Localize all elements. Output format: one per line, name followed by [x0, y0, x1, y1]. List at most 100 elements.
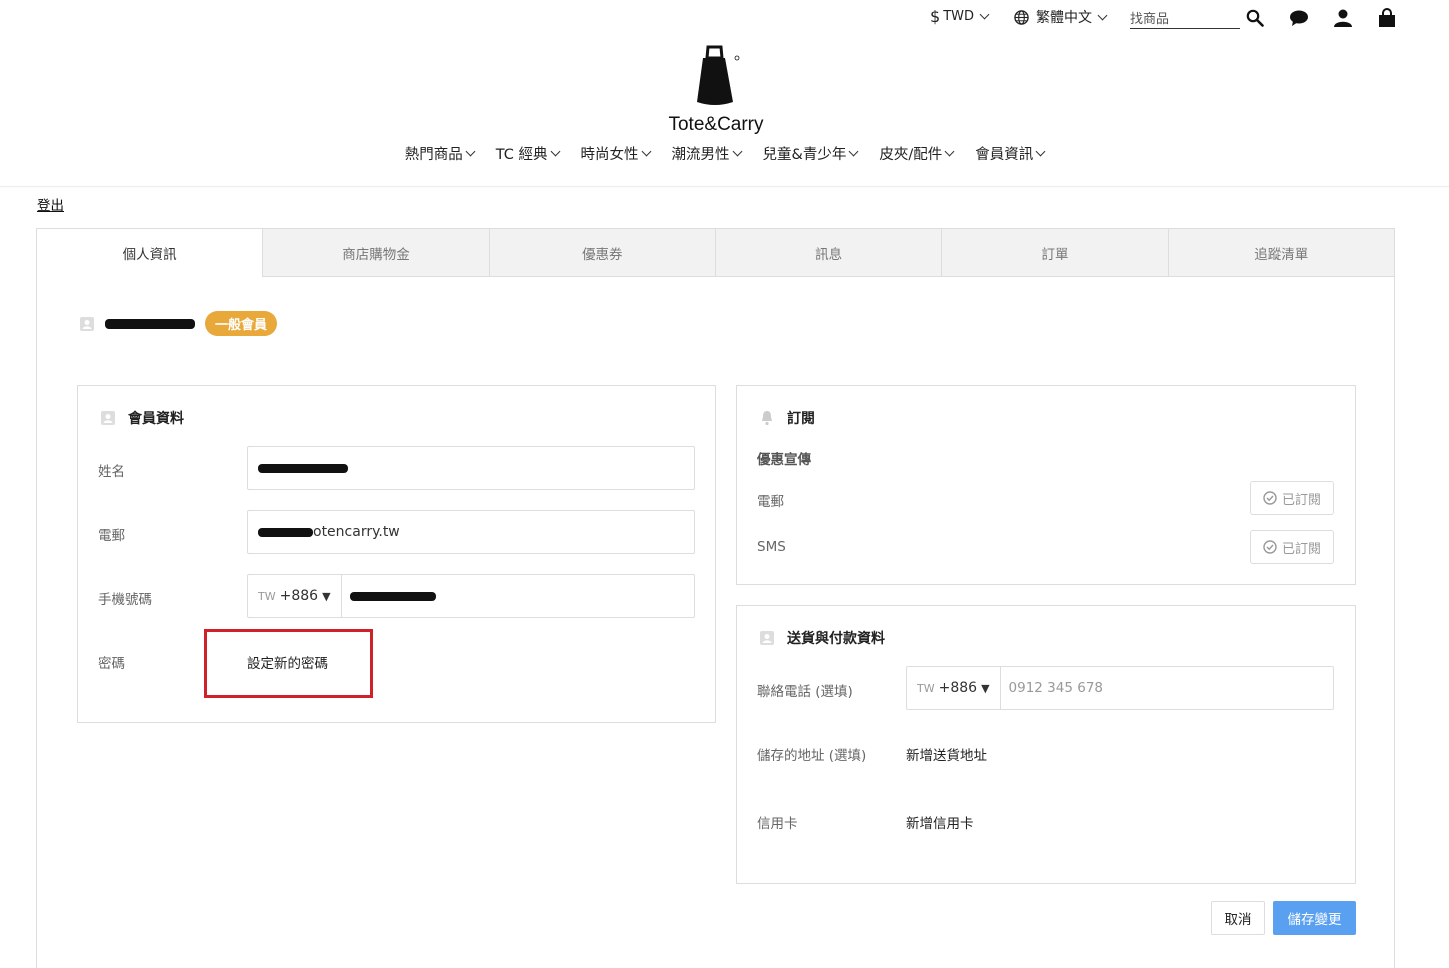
email-subscribed-button[interactable]: 已訂閱: [1250, 481, 1334, 515]
tab-wishlist[interactable]: 追蹤清單: [1167, 229, 1394, 277]
promotion-section-label: 優惠宣傳: [757, 452, 811, 468]
main-nav: 熱門商品 TC 經典 時尚女性 潮流男性 兒童&青少年 皮夾/配件 會員資訊: [0, 143, 1449, 164]
nav-label: TC 經典: [495, 147, 548, 163]
redacted-value: [258, 463, 348, 473]
cart-icon[interactable]: [1376, 7, 1398, 29]
check-circle-icon: [1263, 540, 1277, 554]
nav-item-women[interactable]: 時尚女性: [570, 143, 661, 164]
chevron-down-icon: [465, 146, 476, 157]
nav-label: 潮流男性: [671, 147, 730, 163]
subscription-title: 訂閱: [787, 411, 815, 427]
nav-label: 時尚女性: [580, 147, 639, 163]
nav-item-classic[interactable]: TC 經典: [485, 143, 570, 164]
country-abbr: TW: [917, 681, 935, 695]
nav-item-men[interactable]: 潮流男性: [661, 143, 752, 164]
country-code-select[interactable]: TW +886 ▼: [907, 667, 1001, 709]
chevron-down-icon: [1097, 10, 1108, 20]
chevron-down-icon: [1035, 146, 1046, 157]
subscription-card-title: 訂閱: [759, 408, 815, 428]
delivery-card-title: 送貨與付款資料: [759, 628, 885, 648]
highlight-box: [204, 629, 373, 698]
currency-selector[interactable]: $ TWD: [930, 7, 990, 26]
contact-card-icon: [101, 411, 115, 425]
contact-phone-label: 聯絡電話 (選填): [757, 684, 853, 700]
saved-address-label: 儲存的地址 (選填): [757, 748, 867, 764]
tab-store-credit[interactable]: 商店購物金: [262, 229, 489, 277]
add-address-link[interactable]: 新增送貨地址: [906, 744, 987, 764]
mobile-phone-field[interactable]: TW +886 ▼: [247, 574, 695, 618]
name-label: 姓名: [98, 464, 125, 480]
email-subscribe-label: 電郵: [757, 494, 784, 510]
header-divider: [0, 186, 1449, 187]
credit-card-label: 信用卡: [757, 816, 798, 832]
account-panel: 個人資訊 商店購物金 優惠券 訊息 訂單 追蹤清單 一般會員 會員資料 姓名 電…: [36, 228, 1395, 968]
logout-link[interactable]: 登出: [37, 194, 64, 214]
language-selector[interactable]: 繁體中文: [1014, 7, 1108, 27]
tab-orders[interactable]: 訂單: [941, 229, 1168, 277]
bag-logo-icon: [697, 45, 740, 105]
caret-down-icon: ▼: [981, 681, 990, 695]
chevron-down-icon: [944, 146, 955, 157]
currency-symbol: $: [930, 7, 941, 26]
chevron-down-icon: [732, 146, 742, 157]
member-header: 一般會員: [79, 311, 278, 336]
save-changes-button[interactable]: 儲存變更: [1273, 901, 1356, 935]
account-tabs: 個人資訊 商店購物金 優惠券 訊息 訂單 追蹤清單: [37, 229, 1394, 277]
delivery-payment-card: 送貨與付款資料 聯絡電話 (選填) TW +886 ▼ 0912 345 678…: [736, 605, 1356, 884]
logo-text: Tote&Carry: [668, 114, 764, 135]
nav-label: 熱門商品: [404, 147, 463, 163]
phone-label: 手機號碼: [98, 592, 152, 608]
caret-down-icon: ▼: [322, 589, 331, 603]
profile-title: 會員資料: [128, 411, 184, 427]
sms-subscribe-label: SMS: [757, 539, 786, 555]
currency-label: TWD: [943, 9, 974, 24]
subscribed-label: 已訂閱: [1281, 492, 1321, 508]
globe-icon: [1014, 9, 1029, 25]
redacted-name: [105, 318, 195, 329]
site-logo[interactable]: Tote&Carry: [666, 44, 766, 136]
subscribed-label: 已訂閱: [1281, 541, 1321, 557]
nav-item-member[interactable]: 會員資訊: [964, 143, 1055, 164]
profile-card: 會員資料 姓名 電郵 otencarry.tw 手機號碼 TW +886 ▼ 密…: [77, 385, 716, 723]
check-circle-icon: [1263, 491, 1277, 505]
tab-messages[interactable]: 訊息: [714, 229, 942, 277]
nav-label: 皮夾/配件: [879, 147, 943, 163]
nav-item-hot[interactable]: 熱門商品: [394, 143, 485, 164]
email-label: 電郵: [98, 528, 125, 544]
search-input[interactable]: 找商品: [1130, 8, 1240, 29]
chevron-down-icon: [641, 146, 651, 157]
chevron-down-icon: [979, 9, 990, 20]
member-tier-badge: 一般會員: [205, 311, 278, 336]
delivery-title: 送貨與付款資料: [787, 631, 885, 647]
tab-profile[interactable]: 個人資訊: [37, 229, 263, 277]
email-value: otencarry.tw: [313, 524, 400, 540]
country-code: +886: [279, 588, 319, 604]
profile-card-title: 會員資料: [100, 408, 184, 428]
bell-icon: [762, 411, 772, 426]
nav-item-kids[interactable]: 兒童&青少年: [752, 143, 869, 164]
nav-label: 會員資訊: [975, 147, 1034, 163]
sms-subscribed-button[interactable]: 已訂閱: [1250, 530, 1334, 564]
chat-icon[interactable]: [1288, 7, 1310, 29]
name-field[interactable]: [247, 446, 695, 490]
subscription-card: 訂閱 優惠宣傳 電郵 已訂閱 SMS 已訂閱: [736, 385, 1356, 585]
chevron-down-icon: [550, 146, 560, 157]
nav-item-wallets[interactable]: 皮夾/配件: [868, 143, 964, 164]
redacted-value: [258, 527, 313, 537]
phone-placeholder: 0912 345 678: [1008, 680, 1104, 696]
redacted-value: [349, 591, 436, 601]
search-placeholder: 找商品: [1130, 12, 1170, 27]
email-field[interactable]: otencarry.tw: [247, 510, 695, 554]
password-label: 密碼: [98, 656, 125, 672]
cancel-button[interactable]: 取消: [1211, 901, 1265, 935]
contact-card-icon: [80, 316, 94, 331]
country-code: +886: [938, 680, 978, 696]
contact-phone-field[interactable]: TW +886 ▼ 0912 345 678: [906, 666, 1334, 710]
account-icon[interactable]: [1332, 7, 1354, 29]
tab-coupons[interactable]: 優惠券: [488, 229, 715, 277]
country-code-select[interactable]: TW +886 ▼: [248, 575, 342, 617]
add-credit-card-link[interactable]: 新增信用卡: [906, 812, 974, 832]
contact-card-icon: [760, 631, 774, 645]
search-icon[interactable]: [1244, 7, 1266, 29]
language-label: 繁體中文: [1036, 10, 1092, 26]
